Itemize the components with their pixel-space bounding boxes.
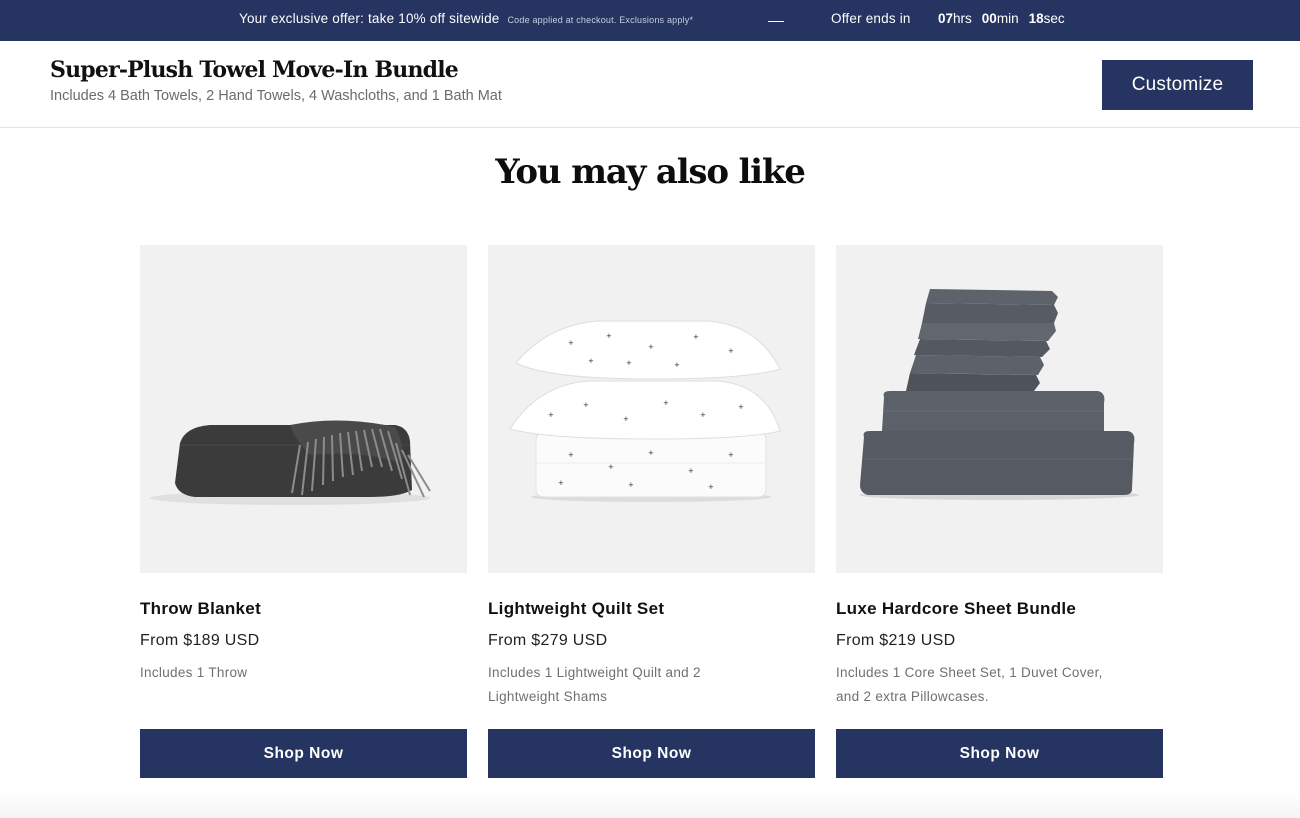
svg-text:+: + (583, 401, 589, 409)
svg-text:+: + (623, 415, 629, 423)
svg-text:+: + (588, 357, 594, 365)
svg-text:+: + (626, 359, 632, 367)
svg-text:+: + (608, 463, 614, 471)
product-name[interactable]: Lightweight Quilt Set (488, 599, 664, 619)
countdown-seconds: 18 (1028, 11, 1044, 26)
promo-banner: Your exclusive offer: take 10% off sitew… (0, 0, 1300, 41)
countdown-minutes-unit: min (996, 11, 1019, 26)
product-price: From $279 USD (488, 632, 608, 649)
shop-now-button[interactable]: Shop Now (836, 729, 1163, 778)
countdown-hours: 07 (938, 11, 954, 26)
shop-now-button[interactable]: Shop Now (488, 729, 815, 778)
throw-blanket-image[interactable] (140, 245, 467, 573)
shop-now-button[interactable]: Shop Now (140, 729, 467, 778)
svg-text:+: + (558, 479, 564, 487)
svg-text:+: + (693, 333, 699, 341)
svg-text:+: + (708, 483, 714, 491)
product-title: Super-Plush Towel Move-In Bundle (50, 57, 459, 83)
recommendations-heading: You may also like (495, 152, 806, 192)
promo-fine-print: Code applied at checkout. Exclusions app… (507, 15, 694, 25)
countdown-hours-unit: hrs (953, 11, 972, 26)
quilt-set-image[interactable]: + + + + + + + + + + + + + + + + + + + + + + (488, 245, 815, 573)
svg-text:+: + (700, 411, 706, 419)
promo-divider (768, 21, 784, 22)
promo-ends-label: Offer ends in (831, 11, 911, 26)
product-description: Includes 1 Throw (140, 665, 248, 680)
product-card-quilt-set: + + + + + + + + + + + + + + + + + + + + + + Lightweight Q… (488, 245, 815, 778)
svg-text:+: + (674, 361, 680, 369)
product-header: Super-Plush Towel Move-In Bundle Include… (0, 41, 1300, 128)
svg-text:+: + (568, 339, 574, 347)
product-description: Includes 1 Lightweight Quilt and 2 Light… (488, 665, 701, 704)
countdown-seconds-unit: sec (1043, 11, 1065, 26)
promo-offer: Your exclusive offer: take 10% off sitew… (239, 11, 693, 26)
product-name[interactable]: Luxe Hardcore Sheet Bundle (836, 599, 1076, 619)
svg-text:+: + (648, 449, 654, 457)
countdown-timer: 07hrs 00min 18sec (938, 11, 1065, 26)
svg-text:+: + (728, 347, 734, 355)
product-card-sheet-bundle: Luxe Hardcore Sheet Bundle From $219 USD… (836, 245, 1163, 778)
product-card-throw-blanket: Throw Blanket From $189 USD Includes 1 T… (140, 245, 467, 778)
svg-text:+: + (648, 343, 654, 351)
page-bottom-divider (0, 792, 1300, 818)
svg-text:+: + (738, 403, 744, 411)
product-name[interactable]: Throw Blanket (140, 599, 261, 619)
product-subtitle: Includes 4 Bath Towels, 2 Hand Towels, 4… (50, 88, 502, 104)
product-price: From $189 USD (140, 632, 260, 649)
product-price: From $219 USD (836, 632, 956, 649)
customize-button[interactable]: Customize (1102, 60, 1253, 110)
svg-text:+: + (663, 399, 669, 407)
svg-text:+: + (548, 411, 554, 419)
svg-text:+: + (728, 451, 734, 459)
svg-text:+: + (628, 481, 634, 489)
promo-offer-text: Your exclusive offer: take 10% off sitew… (239, 11, 500, 26)
sheet-bundle-image[interactable] (836, 245, 1163, 573)
svg-text:+: + (688, 467, 694, 475)
svg-text:+: + (606, 332, 612, 340)
countdown-minutes: 00 (981, 11, 997, 26)
product-description: Includes 1 Core Sheet Set, 1 Duvet Cover… (836, 665, 1103, 704)
svg-text:+: + (568, 451, 574, 459)
